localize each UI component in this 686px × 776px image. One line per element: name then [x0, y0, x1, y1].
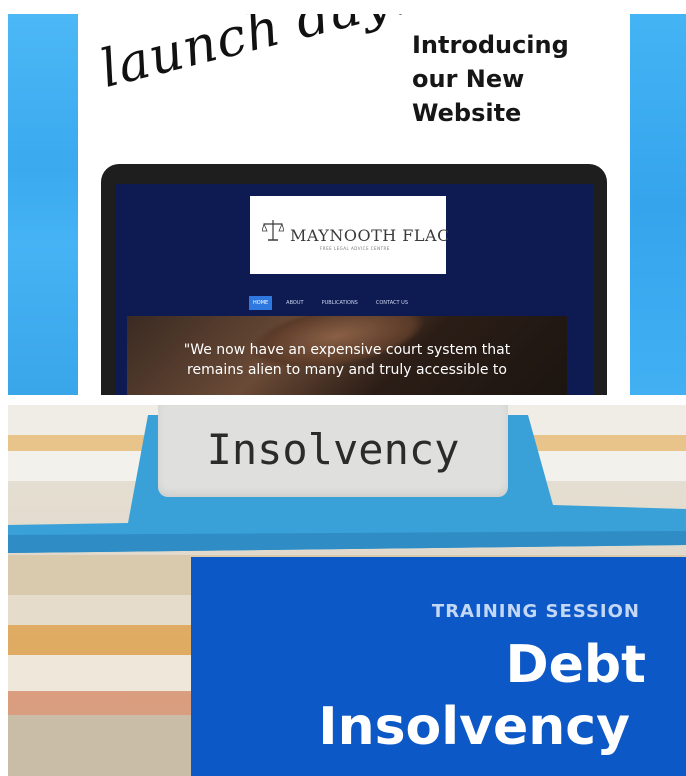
training-session-post: Insolvency TRAINING SESSION Debt Insolve… [8, 405, 686, 776]
scales-of-justice-icon [262, 220, 284, 241]
title-line-2: Insolvency [318, 697, 630, 757]
nav-contact-us: CONTACT US [375, 300, 409, 306]
laptop-mockup: MAYNOOTH FLAC FREE LEGAL ADVICE CENTRE H… [101, 164, 607, 395]
nav-about: ABOUT [286, 300, 304, 306]
post-card: launch day! Introducing our New Website … [78, 14, 630, 395]
site-nav: HOME ABOUT PUBLICATIONS CONTACT US [249, 296, 412, 310]
headline-line-2: our New [412, 65, 525, 93]
quote-line-1: "We now have an expensive court system t… [183, 342, 511, 358]
blurred-background-left [8, 14, 78, 395]
blurred-background-right [624, 14, 686, 395]
eyebrow-text: TRAINING SESSION [431, 601, 640, 622]
headline-line-1: Introducing [412, 31, 569, 59]
nav-publications: PUBLICATIONS [321, 300, 358, 306]
site-hero: "We now have an expensive court system t… [127, 316, 567, 395]
logo-subtitle: FREE LEGAL ADVICE CENTRE [320, 246, 390, 251]
launch-day-post: launch day! Introducing our New Website … [8, 14, 686, 395]
nav-home: HOME [249, 296, 273, 310]
headline-line-3: Website [412, 99, 522, 127]
folder-label-text: Insolvency [206, 425, 460, 474]
laptop-screen: MAYNOOTH FLAC FREE LEGAL ADVICE CENTRE H… [115, 184, 593, 395]
launch-day-script: launch day! [94, 14, 419, 100]
title-line-1: Debt [505, 635, 646, 695]
title-panel: TRAINING SESSION Debt Insolvency [191, 557, 686, 776]
folder-label: Insolvency [158, 405, 508, 497]
quote-line-2: remains alien to many and truly accessib… [187, 362, 507, 378]
logo-title: MAYNOOTH FLAC [290, 226, 450, 245]
intro-headline: Introducing our New Website [412, 28, 569, 130]
site-logo: MAYNOOTH FLAC FREE LEGAL ADVICE CENTRE [250, 196, 449, 274]
hero-quote: "We now have an expensive court system t… [127, 340, 567, 380]
